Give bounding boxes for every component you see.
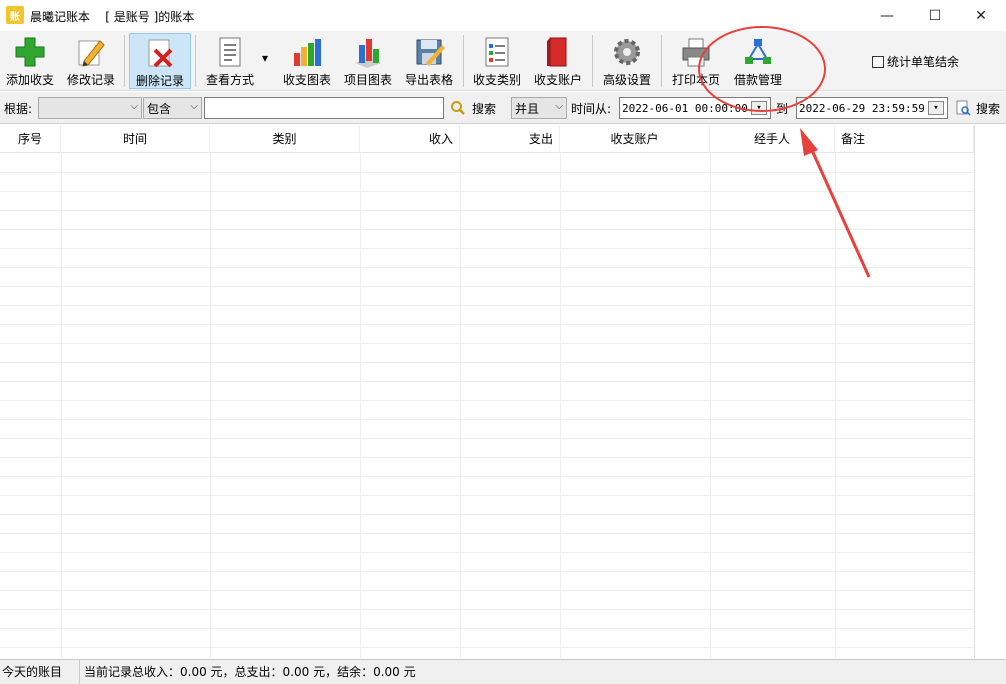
- plus-icon: [13, 35, 47, 69]
- row-divider: [0, 362, 974, 363]
- edit-record-button[interactable]: 修改记录: [62, 33, 120, 89]
- row-divider: [0, 476, 974, 477]
- chevron-down-icon: ⌵: [555, 101, 563, 112]
- calendar-icon[interactable]: ▾: [751, 101, 767, 115]
- close-button[interactable]: ✕: [958, 0, 1004, 31]
- row-divider: [0, 286, 974, 287]
- single-balance-label: 统计单笔结余: [887, 55, 960, 69]
- gear-icon: [610, 35, 644, 69]
- today-records-label[interactable]: 今天的账目: [0, 660, 80, 684]
- row-divider: [0, 267, 974, 268]
- minimize-button[interactable]: —: [864, 0, 910, 31]
- row-divider: [0, 400, 974, 401]
- add-record-button[interactable]: 添加收支: [2, 33, 58, 89]
- table-edge: [974, 125, 975, 658]
- search-button-2[interactable]: 搜索: [976, 97, 1000, 119]
- search-input[interactable]: [204, 97, 444, 119]
- row-divider: [0, 647, 974, 648]
- search-doc-icon[interactable]: [955, 97, 973, 119]
- column-header-expense[interactable]: 支出: [460, 125, 560, 153]
- date-from-picker[interactable]: 2022-06-01 00:00:00 ▾: [619, 97, 771, 119]
- row-divider: [0, 248, 974, 249]
- column-header-time[interactable]: 时间: [61, 125, 210, 153]
- edit-pencil-icon: [74, 35, 108, 69]
- advanced-settings-button[interactable]: 高级设置: [598, 33, 656, 89]
- 3d-chart-icon: [351, 35, 385, 69]
- toolbar-separator: [592, 35, 593, 87]
- row-divider: [0, 419, 974, 420]
- records-table[interactable]: 序号 时间 类别 收入 支出 收支账户 经手人 备注: [0, 125, 1006, 658]
- single-balance-checkbox[interactable]: 统计单笔结余: [872, 53, 959, 70]
- categories-button[interactable]: 收支类别: [468, 33, 526, 89]
- match-mode-select[interactable]: 包含 ⌵: [143, 97, 202, 119]
- row-divider: [0, 533, 974, 534]
- row-divider: [0, 191, 974, 192]
- row-divider: [0, 210, 974, 211]
- search-icon[interactable]: [450, 97, 468, 119]
- row-divider: [0, 571, 974, 572]
- row-divider: [0, 590, 974, 591]
- delete-record-button[interactable]: 删除记录: [129, 33, 191, 89]
- filter-field-select[interactable]: ⌵: [38, 97, 142, 119]
- income-chart-button[interactable]: 收支图表: [278, 33, 336, 89]
- row-divider: [0, 172, 974, 173]
- row-divider: [0, 229, 974, 230]
- column-header-handler[interactable]: 经手人: [710, 125, 835, 153]
- view-mode-button[interactable]: 查看方式: [200, 33, 260, 89]
- row-divider: [0, 495, 974, 496]
- bar-chart-icon: [290, 35, 324, 69]
- title-bar: 账 晨曦记账本 [ 是账号 ]的账本 — ☐ ✕: [0, 0, 1006, 31]
- toolbar-separator: [463, 35, 464, 87]
- time-from-label: 时间从:: [571, 101, 612, 116]
- row-divider: [0, 305, 974, 306]
- chevron-down-icon: ⌵: [190, 101, 198, 112]
- column-header-income[interactable]: 收入: [360, 125, 460, 153]
- loan-management-button[interactable]: 借款管理: [729, 33, 787, 89]
- status-bar: 今天的账目 当前记录总收入：0.00 元，总支出：0.00 元，结余：0.00 …: [0, 659, 1006, 684]
- red-book-icon: [541, 35, 575, 69]
- row-divider: [0, 552, 974, 553]
- row-divider: [0, 514, 974, 515]
- date-to-picker[interactable]: 2022-06-29 23:59:59 ▾: [796, 97, 948, 119]
- export-icon: [412, 35, 446, 69]
- document-list-icon: [213, 35, 247, 69]
- search-button[interactable]: 搜索: [472, 97, 496, 119]
- row-divider: [0, 381, 974, 382]
- export-table-button[interactable]: 导出表格: [400, 33, 458, 89]
- window-title: 晨曦记账本 [ 是账号 ]的账本: [30, 10, 195, 24]
- filter-bar: 根据: ⌵ 包含 ⌵ 搜索 并且 ⌵ 时间从: 2022-06-01 00:00…: [0, 92, 1006, 124]
- maximize-button[interactable]: ☐: [912, 0, 958, 31]
- row-divider: [0, 628, 974, 629]
- to-label: 到: [776, 101, 789, 116]
- app-logo-icon: 账: [6, 6, 24, 24]
- network-icon: [741, 35, 775, 69]
- checklist-icon: [480, 35, 514, 69]
- print-page-button[interactable]: 打印本页: [667, 33, 725, 89]
- toolbar-separator: [124, 35, 125, 87]
- column-header-account[interactable]: 收支账户: [560, 125, 710, 153]
- column-header-index[interactable]: 序号: [0, 125, 61, 153]
- calendar-icon[interactable]: ▾: [928, 101, 944, 115]
- view-mode-dropdown-icon[interactable]: ▾: [262, 51, 268, 65]
- chevron-down-icon: ⌵: [130, 101, 138, 112]
- row-divider: [0, 324, 974, 325]
- table-header: 序号 时间 类别 收入 支出 收支账户 经手人 备注: [0, 125, 974, 153]
- row-divider: [0, 438, 974, 439]
- row-divider: [0, 609, 974, 610]
- item-chart-button[interactable]: 项目图表: [340, 33, 396, 89]
- toolbar-separator: [195, 35, 196, 87]
- checkbox-square[interactable]: [872, 55, 884, 68]
- logic-select[interactable]: 并且 ⌵: [511, 97, 567, 119]
- accounts-button[interactable]: 收支账户: [530, 33, 586, 89]
- row-divider: [0, 457, 974, 458]
- printer-icon: [679, 35, 713, 69]
- delete-icon: [143, 36, 177, 70]
- column-header-note[interactable]: 备注: [835, 125, 974, 153]
- filter-by-label: 根据:: [4, 101, 33, 116]
- summary-text: 当前记录总收入：0.00 元，总支出：0.00 元，结余：0.00 元: [84, 665, 416, 679]
- column-header-category[interactable]: 类别: [210, 125, 360, 153]
- row-divider: [0, 343, 974, 344]
- toolbar: 添加收支 修改记录 删除记录 查看方式 ▾ 收支图表 项目图表 导出表格 收支类…: [0, 31, 1006, 91]
- toolbar-separator: [661, 35, 662, 87]
